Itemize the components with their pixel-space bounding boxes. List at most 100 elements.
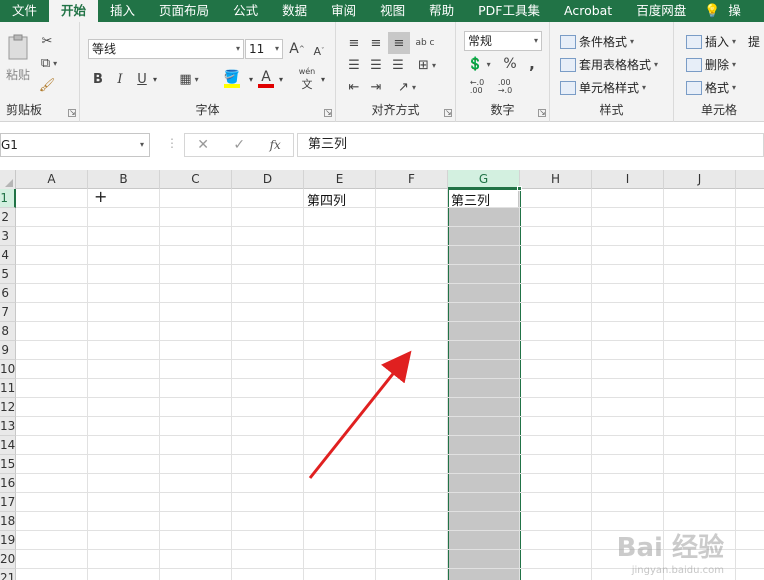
decrease-indent-icon[interactable]: ⇤ — [344, 78, 364, 96]
decrease-font-icon[interactable]: Aˇ — [310, 42, 328, 60]
bold-button[interactable]: B — [90, 70, 106, 88]
menu-tab-11[interactable]: 百度网盘 — [624, 0, 698, 22]
column-header-j[interactable]: J — [664, 170, 736, 189]
decrease-decimal-icon[interactable]: .00 →.0 — [494, 78, 516, 96]
column-header-d[interactable]: D — [232, 170, 304, 189]
enter-icon[interactable]: ✓ — [233, 137, 245, 153]
merge-center-icon[interactable]: ⊞ ▾ — [414, 56, 440, 74]
fill-color-dropdown-icon[interactable]: ▾ — [246, 70, 256, 88]
menu-tab-1[interactable]: 开始 — [49, 0, 99, 22]
insert-cells-button[interactable]: 插入 ▾ — [686, 33, 736, 50]
number-format-select[interactable]: 常规 ▾ — [464, 31, 542, 51]
row-header-7[interactable]: 7 — [0, 303, 16, 322]
border-icon[interactable]: ▦ ▾ — [176, 70, 202, 88]
paste-icon[interactable] — [4, 32, 32, 62]
italic-button[interactable]: I — [112, 70, 128, 88]
font-launcher-icon[interactable]: ↘ — [324, 109, 332, 117]
row-header-19[interactable]: 19 — [0, 531, 16, 550]
name-box[interactable]: G1 ▾ — [0, 133, 150, 157]
insert-function-icon[interactable]: fx — [270, 138, 281, 152]
row-header-10[interactable]: 10 — [0, 360, 16, 379]
column-header-g[interactable]: G — [448, 170, 520, 189]
column-header-h[interactable]: H — [520, 170, 592, 189]
font-size-select[interactable]: 11 ▾ — [245, 39, 283, 59]
increase-font-icon[interactable]: A ^ — [288, 40, 306, 58]
row-header-12[interactable]: 12 — [0, 398, 16, 417]
menu-tab-10[interactable]: Acrobat — [552, 0, 624, 22]
align-middle-icon[interactable]: ≡ — [366, 34, 386, 52]
format-as-table-button[interactable]: 套用表格格式 ▾ — [560, 56, 658, 73]
clipboard-launcher-icon[interactable]: ↘ — [68, 109, 76, 117]
menu-tab-6[interactable]: 审阅 — [319, 0, 368, 22]
underline-dropdown-icon[interactable]: ▾ — [150, 70, 160, 88]
select-all-button[interactable] — [0, 170, 16, 189]
column-header-c[interactable]: C — [160, 170, 232, 189]
copy-icon[interactable]: ⧉ ▾ — [38, 54, 60, 72]
menu-tab-0[interactable]: 文件 — [0, 0, 49, 22]
align-right-icon[interactable]: ☰ — [388, 56, 408, 74]
underline-button[interactable]: U — [134, 70, 150, 88]
column-header-i[interactable]: I — [592, 170, 664, 189]
row-header-9[interactable]: 9 — [0, 341, 16, 360]
comma-button[interactable]: , — [524, 55, 540, 73]
number-launcher-icon[interactable]: ↘ — [538, 109, 546, 117]
row-header-8[interactable]: 8 — [0, 322, 16, 341]
row-header-2[interactable]: 2 — [0, 208, 16, 227]
row-header-1[interactable]: 1 — [0, 189, 16, 208]
row-header-11[interactable]: 11 — [0, 379, 16, 398]
row-header-18[interactable]: 18 — [0, 512, 16, 531]
column-header-a[interactable]: A — [16, 170, 88, 189]
tell-me-label[interactable]: 操 — [726, 0, 743, 22]
delete-cells-button[interactable]: 删除 ▾ — [686, 56, 736, 73]
row-header-20[interactable]: 20 — [0, 550, 16, 569]
orientation-icon[interactable]: ↗ ▾ — [392, 78, 422, 96]
font-color-dropdown-icon[interactable]: ▾ — [276, 70, 286, 88]
column-header-e[interactable]: E — [304, 170, 376, 189]
menu-tab-5[interactable]: 数据 — [270, 0, 319, 22]
editing-overflow-label[interactable]: 提 — [748, 33, 760, 50]
align-left-icon[interactable]: ☰ — [344, 56, 364, 74]
menu-tab-9[interactable]: PDF工具集 — [466, 0, 552, 22]
format-painter-icon[interactable]: 🖌 — [38, 76, 56, 94]
row-header-15[interactable]: 15 — [0, 455, 16, 474]
percent-button[interactable]: % — [502, 55, 518, 73]
conditional-format-button[interactable]: 条件格式 ▾ — [560, 33, 634, 50]
cancel-icon[interactable]: ✕ — [197, 137, 209, 153]
cell-g1[interactable]: 第三列 — [451, 190, 490, 209]
wrap-text-icon[interactable]: ab c — [414, 32, 436, 54]
row-header-14[interactable]: 14 — [0, 436, 16, 455]
phonetic-icon[interactable]: wén 文 — [296, 67, 318, 91]
column-header-f[interactable]: F — [376, 170, 448, 189]
fill-color-icon[interactable]: 🪣 — [218, 68, 246, 90]
align-bottom-icon[interactable]: ≡ — [388, 32, 410, 54]
paste-button-label[interactable]: 粘贴 — [6, 66, 30, 83]
tell-me-lightbulb-icon[interactable]: 💡 — [698, 4, 726, 19]
menu-tab-4[interactable]: 公式 — [221, 0, 270, 22]
currency-icon[interactable]: 💲 ▾ — [464, 55, 494, 73]
phonetic-dropdown-icon[interactable]: ▾ — [318, 70, 328, 88]
row-header-4[interactable]: 4 — [0, 246, 16, 265]
row-header-5[interactable]: 5 — [0, 265, 16, 284]
row-header-13[interactable]: 13 — [0, 417, 16, 436]
row-header-16[interactable]: 16 — [0, 474, 16, 493]
format-cells-button[interactable]: 格式 ▾ — [686, 79, 736, 96]
formula-input[interactable]: 第三列 — [297, 133, 764, 157]
row-header-6[interactable]: 6 — [0, 284, 16, 303]
fill-handle[interactable] — [517, 186, 522, 191]
cell-e1[interactable]: 第四列 — [307, 190, 346, 209]
increase-indent-icon[interactable]: ⇥ — [366, 78, 386, 96]
align-top-icon[interactable]: ≡ — [344, 34, 364, 52]
alignment-launcher-icon[interactable]: ↘ — [444, 109, 452, 117]
cell-area[interactable]: 第四列 第三列 + — [16, 186, 764, 580]
cell-styles-button[interactable]: 单元格样式 ▾ — [560, 79, 646, 96]
menu-tab-8[interactable]: 帮助 — [417, 0, 466, 22]
font-color-icon[interactable]: A — [256, 68, 276, 90]
menu-tab-2[interactable]: 插入 — [98, 0, 147, 22]
menu-tab-3[interactable]: 页面布局 — [147, 0, 221, 22]
row-header-21[interactable]: 21 — [0, 569, 16, 580]
row-header-17[interactable]: 17 — [0, 493, 16, 512]
menu-tab-7[interactable]: 视图 — [368, 0, 417, 22]
formula-bar-grip-icon[interactable]: ⋮ — [166, 136, 178, 150]
row-header-3[interactable]: 3 — [0, 227, 16, 246]
cut-icon[interactable]: ✂ — [38, 32, 56, 50]
